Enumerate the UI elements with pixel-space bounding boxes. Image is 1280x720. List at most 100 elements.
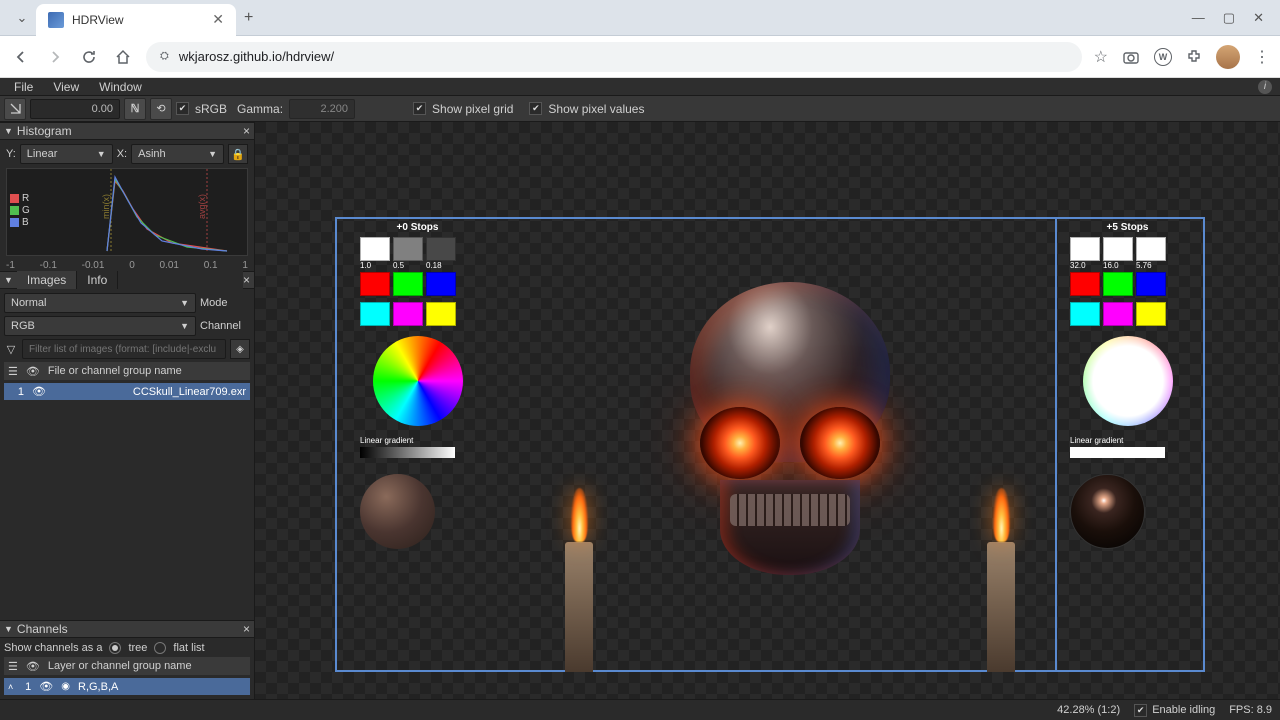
x-axis-label: X: [117,148,127,160]
visibility-toggle[interactable]: 👁 [32,385,46,398]
home-button[interactable] [112,46,134,68]
window-close-icon[interactable]: ✕ [1253,10,1264,26]
candle-right [987,542,1015,672]
channel-group-name: R,G,B,A [78,681,118,693]
eye-icon: 👁 [26,660,40,673]
channels-tree-radio[interactable] [109,642,121,654]
tab-favicon-icon [48,12,64,28]
menu-file[interactable]: File [4,80,43,94]
histogram-chart: min(x) avg(x) R G B [6,168,248,256]
pixel-values-checkbox[interactable] [529,102,542,115]
profile-avatar[interactable] [1216,45,1240,69]
linear-gradient [360,447,455,458]
linear-gradient [1070,447,1165,458]
mode-label: Mode [200,297,250,309]
url-text: wkjarosz.github.io/hdrview/ [179,49,334,64]
collapse-icon[interactable]: ▼ [4,275,13,285]
skull [660,272,920,582]
channel-list-item[interactable]: ˄ 1 👁 ◉ R,G,B,A [4,678,250,695]
channels-flat-radio[interactable] [154,642,166,654]
image-filename: CCSkull_Linear709.exr [133,386,246,398]
normalize-button[interactable]: ℕ [124,98,146,120]
histogram-panel-header[interactable]: ▼ Histogram × [0,122,254,140]
extension-badge-icon[interactable]: W [1154,48,1172,66]
idling-label: Enable idling [1152,704,1215,716]
tab-title: HDRView [72,13,204,27]
forward-button[interactable] [44,46,66,68]
image-filter-input[interactable] [22,339,226,359]
rgba-icon: ◉ [61,681,70,692]
close-icon[interactable]: × [243,273,250,287]
y-axis-label: Y: [6,148,16,160]
reference-sphere [360,474,435,549]
browser-toolbar: ⛭ wkjarosz.github.io/hdrview/ ☆ W ⋮ [0,36,1280,78]
regex-toggle[interactable]: ◈ [230,339,250,359]
tab-info[interactable]: Info [77,271,118,289]
menu-window[interactable]: Window [89,80,152,94]
tree-icon[interactable]: ☰ [8,660,18,673]
link-axes-button[interactable]: 🔒 [228,144,248,164]
gamma-input[interactable] [289,99,355,119]
gamma-label: Gamma: [237,102,283,116]
back-button[interactable] [10,46,32,68]
pixel-grid-checkbox[interactable] [413,102,426,115]
reference-sphere [1070,474,1145,549]
reference-chart-left: +0 Stops 1.0 0.5 0.18 Linear gradient [360,222,475,549]
channel-select[interactable]: RGB▼ [4,316,196,336]
color-wheel [1083,336,1173,426]
exposure-input[interactable] [30,99,120,119]
close-icon[interactable]: × [243,124,250,138]
collapse-icon: ▼ [4,126,13,136]
tab-close-icon[interactable]: ✕ [212,11,224,28]
sidebar: ▼ Histogram × Y: Linear▼ X: Asinh▼ 🔒 min… [0,122,255,699]
window-minimize-icon[interactable]: — [1192,10,1205,26]
image-viewport[interactable]: +0 Stops 1.0 0.5 0.18 Linear gradient [255,122,1280,699]
item-index: 1 [21,681,31,693]
window-maximize-icon[interactable]: ▢ [1223,10,1235,26]
tab-search-dropdown[interactable]: ⌄ [8,4,36,32]
comparison-split-handle[interactable] [1055,217,1057,672]
extensions-icon[interactable] [1186,49,1202,65]
blend-mode-select[interactable]: Normal▼ [4,293,196,313]
browser-tab-strip: ⌄ HDRView ✕ + — ▢ ✕ [0,0,1280,36]
x-axis-select[interactable]: Asinh▼ [131,144,224,164]
visibility-toggle[interactable]: 👁 [39,680,53,693]
pixel-grid-label: Show pixel grid [432,102,513,116]
close-icon[interactable]: × [243,622,250,636]
svg-text:min(x): min(x) [101,194,111,219]
site-settings-icon[interactable]: ⛭ [160,50,169,63]
idling-checkbox[interactable] [1134,704,1147,717]
chrome-menu-icon[interactable]: ⋮ [1254,47,1270,67]
app-toolbar: ℕ ⟲ sRGB Gamma: Show pixel grid Show pix… [0,96,1280,122]
collapse-icon: ▼ [4,624,13,634]
y-axis-select[interactable]: Linear▼ [20,144,113,164]
show-channels-label: Show channels as a [4,642,102,654]
histogram-ticks: -1-0.1-0.0100.010.11 [0,260,254,271]
srgb-checkbox[interactable] [176,102,189,115]
expand-icon[interactable]: ˄ [8,682,13,692]
open-button[interactable] [4,98,26,120]
channels-title: Channels [17,622,68,636]
channels-panel-header[interactable]: ▼ Channels × [0,620,254,638]
gradient-label: Linear gradient [360,436,475,445]
bookmark-star-icon[interactable]: ☆ [1094,47,1108,67]
histogram-title: Histogram [17,124,72,138]
candle-left [565,542,593,672]
info-icon[interactable]: i [1258,80,1272,94]
status-bar: 42.28% (1:2) Enable idling FPS: 8.9 [0,699,1280,720]
channels-list-header: ☰ 👁 Layer or channel group name [4,657,250,675]
reset-exposure-button[interactable]: ⟲ [150,98,172,120]
fps-counter: FPS: 8.9 [1229,704,1272,716]
new-tab-button[interactable]: + [244,9,253,27]
image-list-item[interactable]: 1 👁 CCSkull_Linear709.exr [4,383,250,400]
tree-icon[interactable]: ☰ [8,365,18,378]
menu-view[interactable]: View [43,80,89,94]
browser-tab[interactable]: HDRView ✕ [36,4,236,36]
reload-button[interactable] [78,46,100,68]
tab-images[interactable]: Images [17,271,77,289]
gradient-label: Linear gradient [1070,436,1185,445]
address-bar[interactable]: ⛭ wkjarosz.github.io/hdrview/ [146,42,1082,72]
srgb-label: sRGB [195,102,227,116]
camera-icon[interactable] [1122,48,1140,66]
filter-icon: ▽ [4,343,18,356]
